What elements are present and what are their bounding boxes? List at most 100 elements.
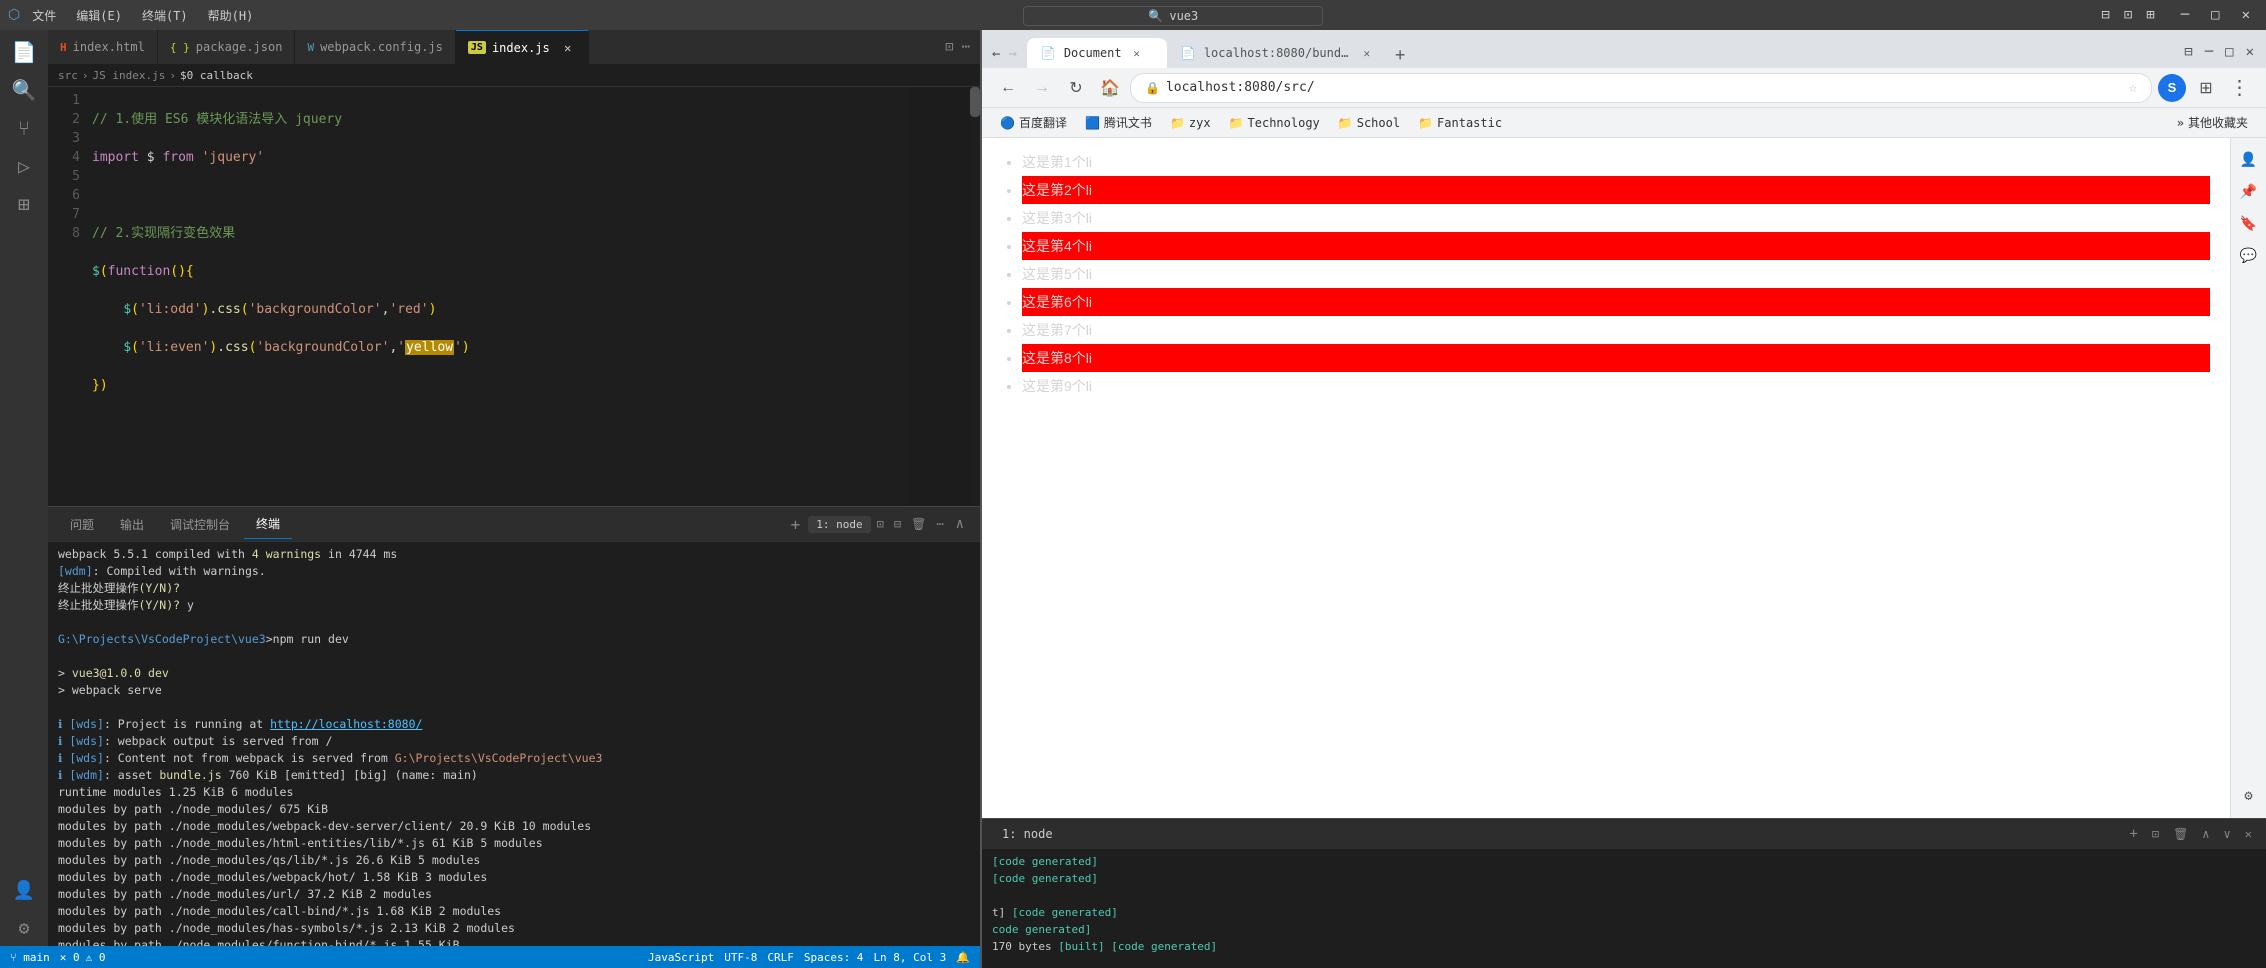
window-min-btn[interactable]: ─ (2173, 5, 2197, 25)
scrollbar-vertical[interactable] (970, 87, 980, 506)
tab-package-json[interactable]: { } package.json (158, 30, 296, 65)
browser-bottom-content[interactable]: [code generated] [code generated] t] [co… (982, 849, 2266, 968)
terminal-action-btn1[interactable]: ⊡ (873, 515, 888, 533)
browser-more-btn[interactable]: ⋮ (2226, 74, 2254, 102)
bookmark-other[interactable]: » 其他收藏夹 (2169, 112, 2256, 133)
browser-bottom-down[interactable]: ∨ (2220, 827, 2235, 841)
activity-extensions[interactable]: ⊞ (6, 186, 42, 222)
window-max-btn[interactable]: □ (2203, 5, 2227, 25)
browser-nav-forward[interactable]: → (1028, 74, 1056, 102)
terminal-content[interactable]: webpack 5.5.1 compiled with 4 warnings i… (48, 542, 980, 946)
tab-index-html[interactable]: H index.html (48, 30, 158, 65)
star-icon[interactable]: ☆ (2129, 80, 2137, 96)
menu-file[interactable]: 文件 (28, 5, 60, 26)
terminal-add-btn[interactable]: + (785, 513, 807, 536)
browser-bottom-up[interactable]: ∧ (2198, 827, 2213, 841)
activity-search[interactable]: 🔍 (6, 72, 42, 108)
browser-sidebar-btn2[interactable]: 📌 (2235, 178, 2263, 206)
window-layout-btn[interactable]: ⊟ (2097, 5, 2113, 25)
window-layout2-btn[interactable]: ⊞ (2142, 5, 2158, 25)
line-numbers: 1 2 3 4 5 6 7 8 (48, 87, 88, 506)
statusbar-language[interactable]: JavaScript (648, 951, 714, 964)
browser-reload[interactable]: ↻ (1062, 74, 1090, 102)
breadcrumb-src[interactable]: src (58, 69, 78, 82)
search-bar[interactable]: 🔍 vue3 (1023, 6, 1323, 26)
t-line-16: modules by path ./node_modules/ 675 KiB (58, 801, 970, 818)
terminal-more-btn[interactable]: ⋯ (932, 515, 947, 533)
window-close-btn[interactable]: ✕ (2234, 5, 2258, 25)
tab-close-js[interactable]: ✕ (560, 40, 576, 56)
browser-sidebar-settings[interactable]: ⚙ (2235, 782, 2263, 810)
activity-accounts[interactable]: 👤 (6, 872, 42, 908)
terminal-tab-problems[interactable]: 问题 (58, 510, 106, 539)
browser-nav-back[interactable]: ← (994, 74, 1022, 102)
browser-tab2-close[interactable]: ✕ (1361, 46, 1373, 60)
tab-index-js[interactable]: JS index.js ✕ (456, 30, 589, 65)
statusbar-spaces[interactable]: Spaces: 4 (804, 951, 864, 964)
menu-help[interactable]: 帮助(H) (204, 5, 258, 26)
browser-close2-btn[interactable]: ✕ (2242, 40, 2258, 64)
statusbar-encoding[interactable]: UTF-8 (724, 951, 757, 964)
tab-label-js: index.js (492, 41, 550, 55)
browser-sidebar-btn4[interactable]: 💬 (2235, 242, 2263, 270)
terminal-kill-btn[interactable]: 🗑 (907, 515, 930, 533)
browser-tab1-close[interactable]: ✕ (1130, 46, 1144, 60)
statusbar-warnings[interactable]: ⚠ 0 (86, 951, 106, 964)
activity-debug[interactable]: ▷ (6, 148, 42, 184)
window-split-btn[interactable]: ⊡ (2120, 5, 2136, 25)
activity-settings[interactable]: ⚙ (6, 910, 42, 946)
tab-webpack-config[interactable]: W webpack.config.js (295, 30, 455, 65)
node-selector[interactable]: 1: node (808, 516, 870, 533)
statusbar-git[interactable]: ⑂ main (10, 951, 50, 964)
terminal-tab-terminal[interactable]: 终端 (244, 509, 292, 539)
bookmark-school[interactable]: 📁 School (1330, 114, 1408, 132)
browser-url-bar[interactable]: 🔒 localhost:8080/src/ ☆ (1130, 73, 2152, 103)
activity-explorer[interactable]: 📄 (6, 34, 42, 70)
browser-sidebar-btn1[interactable]: 👤 (2235, 146, 2263, 174)
bookmark-baidufy[interactable]: 🔵 百度翻译 (992, 112, 1075, 133)
more-actions-btn[interactable]: ⋯ (960, 37, 972, 57)
browser-home[interactable]: 🏠 (1096, 74, 1124, 102)
breadcrumb-fn[interactable]: $0 callback (180, 69, 253, 82)
browser-min-btn[interactable]: ─ (2201, 40, 2217, 64)
bookmark-fantastic[interactable]: 📁 Fantastic (1410, 114, 1510, 132)
browser-back-btn[interactable]: ← (990, 44, 1002, 64)
browser-profile[interactable]: S (2158, 74, 2186, 102)
browser-bottom-close[interactable]: ✕ (2241, 827, 2256, 841)
code-line-2: import $ from 'jquery' (92, 148, 910, 167)
browser-bottom-split[interactable]: ⊡ (2148, 827, 2163, 841)
bookmark-tencent[interactable]: 🟦 腾讯文书 (1077, 112, 1160, 133)
browser-tab2[interactable]: 📄 localhost:8080/bundle.js ✕ (1167, 38, 1387, 68)
bookmark-zyx[interactable]: 📁 zyx (1162, 114, 1219, 132)
t-line-9: > webpack serve (58, 682, 970, 699)
browser-tab1[interactable]: 📄 Document ✕ (1027, 38, 1167, 68)
browser-extensions[interactable]: ⊞ (2192, 74, 2220, 102)
statusbar-bell[interactable]: 🔔 (956, 951, 970, 964)
browser-bottom-add[interactable]: + (2125, 826, 2141, 842)
browser-sidebar-btn3[interactable]: 🔖 (2235, 210, 2263, 238)
menu-edit[interactable]: 编辑(E) (72, 5, 126, 26)
list-item-6-text: 这是第6个li (1022, 294, 1092, 310)
browser-max-btn[interactable]: □ (2221, 40, 2237, 64)
statusbar-line-ending[interactable]: CRLF (767, 951, 794, 964)
browser-new-tab-btn[interactable]: + (1387, 45, 1414, 66)
breadcrumb-js[interactable]: JS index.js (93, 69, 166, 82)
split-editor-btn[interactable]: ⊡ (943, 37, 955, 57)
browser-bottom-tab-1[interactable]: 1: node (992, 825, 1063, 843)
terminal-tabs-bar: 问题 输出 调试控制台 终端 + 1: node ⊡ ⊟ 🗑 ⋯ ∧ (48, 507, 980, 542)
browser-bottom-trash[interactable]: 🗑 (2169, 827, 2192, 841)
terminal-tab-debug[interactable]: 调试控制台 (158, 510, 242, 539)
code-content[interactable]: // 1.使用 ES6 模块化语法导入 jquery import $ from… (88, 87, 910, 506)
menu-terminal[interactable]: 终端(T) (138, 5, 192, 26)
browser-forward-btn[interactable]: → (1006, 44, 1018, 64)
terminal-action-btn2[interactable]: ⊟ (890, 515, 905, 533)
tab-label-webpack: webpack.config.js (320, 40, 443, 54)
browser-restore-btn[interactable]: ⊟ (2180, 40, 2196, 64)
statusbar-errors[interactable]: ✕ 0 (60, 951, 80, 964)
titlebar-title-area: 🔍 vue3 (265, 5, 2081, 26)
bookmark-tech[interactable]: 📁 Technology (1221, 114, 1328, 132)
browser-tab2-icon: 📄 (1181, 46, 1196, 60)
terminal-close-btn[interactable]: ∧ (950, 514, 970, 534)
terminal-tab-output[interactable]: 输出 (108, 510, 156, 539)
activity-git[interactable]: ⑂ (6, 110, 42, 146)
